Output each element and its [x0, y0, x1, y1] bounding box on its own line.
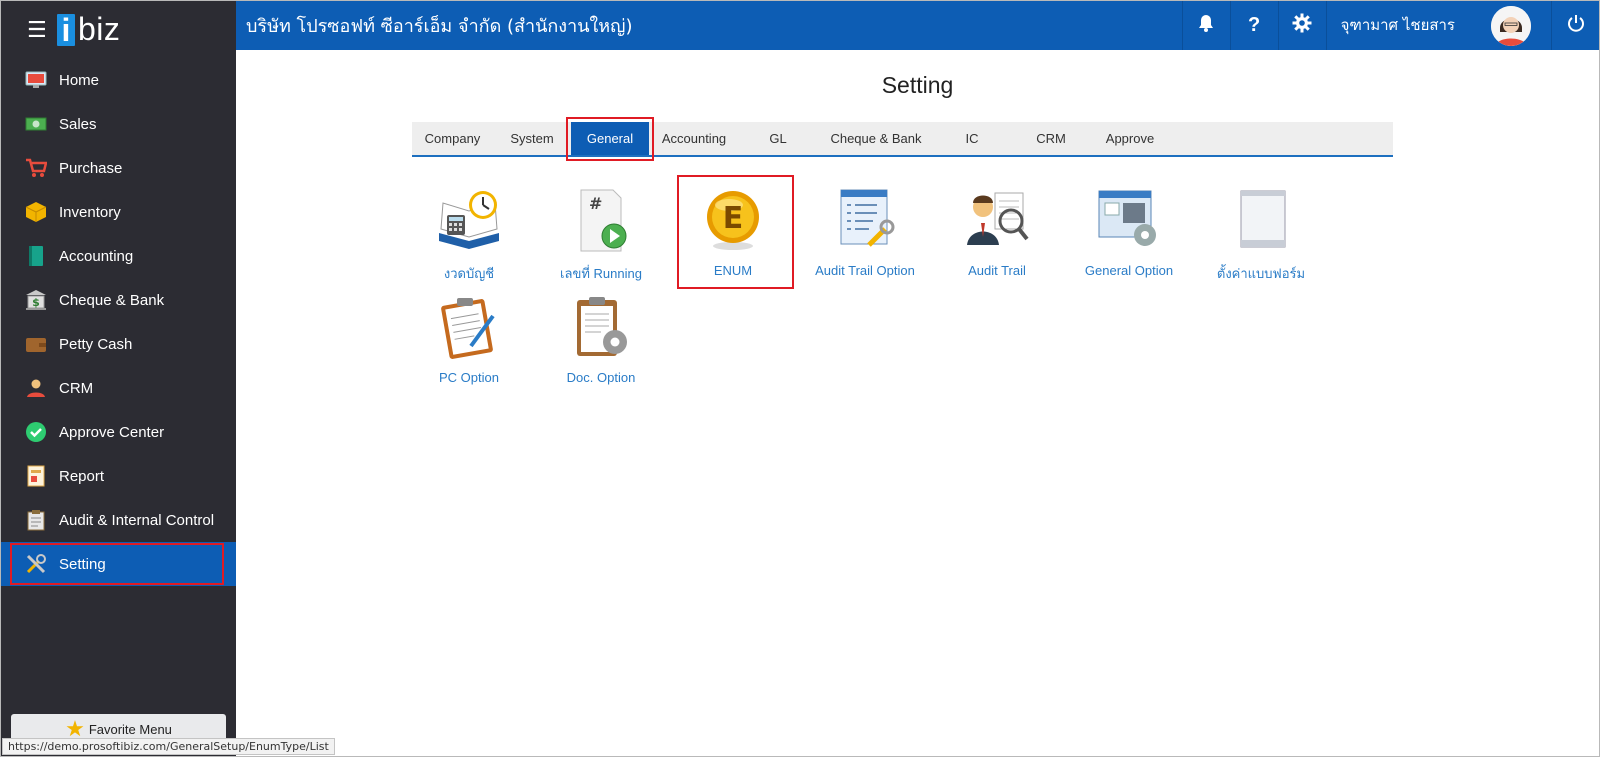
- tile-doc-option[interactable]: Doc. Option: [545, 296, 657, 385]
- tile-pc-option[interactable]: PC Option: [413, 296, 525, 385]
- sidebar-item-label: Inventory: [59, 203, 121, 221]
- sidebar-item-label: CRM: [59, 379, 94, 397]
- tab-ic[interactable]: IC: [935, 122, 1009, 155]
- sidebar-item-home[interactable]: Home: [1, 58, 236, 102]
- tools-icon: [25, 553, 47, 575]
- tile-label: General Option: [1084, 263, 1174, 278]
- tile-label: PC Option: [439, 370, 499, 385]
- tab-approve[interactable]: Approve: [1093, 122, 1167, 155]
- sidebar-menu: Home Sales Purchase Inventory Accounting…: [1, 58, 236, 586]
- logo-i: i: [57, 13, 75, 46]
- sidebar-item-label: Audit & Internal Control: [59, 511, 215, 529]
- logo-biz: biz: [78, 11, 121, 47]
- tab-gl[interactable]: GL: [739, 122, 817, 155]
- tile-accounting-period[interactable]: งวดบัญชี: [413, 189, 525, 284]
- logout-button[interactable]: [1551, 1, 1599, 50]
- tile-audit-trail[interactable]: Audit Trail: [941, 189, 1053, 278]
- sidebar-item-approve-center[interactable]: Approve Center: [1, 410, 236, 454]
- audit-option-icon: [833, 189, 897, 253]
- help-button[interactable]: ?: [1229, 1, 1278, 50]
- sidebar-item-label: Purchase: [59, 159, 123, 177]
- tile-label: ENUM: [713, 263, 753, 278]
- people-icon: [25, 377, 47, 399]
- user-name[interactable]: จุฑามาศ ไชยสาร: [1325, 1, 1491, 50]
- app-window: ☰ i biz Home Sales Purchase Inventory Ac…: [0, 0, 1600, 757]
- setting-tabs: Company System General Accounting GL Che…: [412, 117, 1393, 161]
- general-option-icon: [1097, 189, 1161, 253]
- pc-option-icon: [437, 296, 501, 360]
- check-circle-icon: [25, 421, 47, 443]
- tab-system[interactable]: System: [493, 122, 571, 155]
- enum-coin-icon: E: [701, 189, 765, 253]
- tab-crm[interactable]: CRM: [1009, 122, 1093, 155]
- sidebar-item-label: Approve Center: [59, 423, 165, 441]
- tile-label: เลขที่ Running: [560, 266, 642, 281]
- tile-general-option[interactable]: General Option: [1073, 189, 1185, 278]
- sidebar-item-label: Home: [59, 71, 100, 89]
- tile-label: Audit Trail: [968, 263, 1026, 278]
- power-icon: [1567, 14, 1585, 37]
- svg-text:$: $: [32, 296, 40, 309]
- tile-running-number[interactable]: # เลขที่ Running: [545, 189, 657, 284]
- ledger-icon: [25, 245, 47, 267]
- top-bar: บริษัท โปรซอฟท์ ซีอาร์เอ็ม จำกัด (สำนักง…: [236, 1, 1599, 50]
- sidebar-item-audit-internal-control[interactable]: Audit & Internal Control: [1, 498, 236, 542]
- tile-form-setting[interactable]: ตั้งค่าแบบฟอร์ม: [1205, 189, 1317, 284]
- hamburger-menu-icon[interactable]: ☰: [27, 18, 51, 41]
- status-bar-url: https://demo.prosoftibiz.com/GeneralSetu…: [2, 738, 335, 755]
- box-icon: [25, 201, 47, 223]
- settings-button[interactable]: [1277, 1, 1326, 50]
- report-icon: [25, 465, 47, 487]
- tab-cheque-bank[interactable]: Cheque & Bank: [817, 122, 935, 155]
- svg-text:#: #: [589, 194, 602, 213]
- notification-button[interactable]: [1181, 1, 1230, 50]
- tile-label: งวดบัญชี: [443, 266, 495, 281]
- sidebar-item-label: Cheque & Bank: [59, 291, 165, 309]
- sidebar: ☰ i biz Home Sales Purchase Inventory Ac…: [1, 1, 236, 756]
- calendar-book-icon: [437, 189, 501, 253]
- monitor-icon: [25, 69, 47, 91]
- sidebar-item-crm[interactable]: CRM: [1, 366, 236, 410]
- clipboard-icon: [25, 509, 47, 531]
- sidebar-item-purchase[interactable]: Purchase: [1, 146, 236, 190]
- sidebar-item-report[interactable]: Report: [1, 454, 236, 498]
- tile-audit-trail-option[interactable]: Audit Trail Option: [809, 189, 921, 278]
- form-setting-icon: [1229, 189, 1293, 253]
- bank-icon: $: [25, 289, 47, 311]
- tile-label: Audit Trail Option: [815, 263, 915, 278]
- tile-label: ตั้งค่าแบบฟอร์ม: [1216, 266, 1306, 281]
- brand-bar: ☰ i biz: [1, 1, 236, 58]
- question-icon: ?: [1247, 14, 1261, 36]
- sidebar-item-setting[interactable]: Setting: [1, 542, 236, 586]
- favorite-menu-label: Favorite Menu: [88, 721, 172, 737]
- tab-company[interactable]: Company: [412, 122, 493, 155]
- sidebar-item-inventory[interactable]: Inventory: [1, 190, 236, 234]
- bell-icon: [1198, 14, 1214, 37]
- sidebar-item-label: Setting: [59, 555, 106, 573]
- cash-icon: [25, 113, 47, 135]
- sidebar-item-label: Sales: [59, 115, 97, 133]
- gear-icon: [1292, 13, 1312, 38]
- sidebar-item-label: Report: [59, 467, 105, 485]
- sidebar-item-label: Accounting: [59, 247, 134, 265]
- tile-enum[interactable]: E ENUM: [677, 175, 794, 289]
- sidebar-item-cheque-bank[interactable]: $ Cheque & Bank: [1, 278, 236, 322]
- audit-trail-icon: [965, 189, 1029, 253]
- svg-text:E: E: [723, 201, 744, 236]
- cart-icon: [25, 157, 47, 179]
- tab-accounting[interactable]: Accounting: [649, 122, 739, 155]
- sidebar-item-petty-cash[interactable]: Petty Cash: [1, 322, 236, 366]
- doc-option-icon: [569, 296, 633, 360]
- company-name[interactable]: บริษัท โปรซอฟท์ ซีอาร์เอ็ม จำกัด (สำนักง…: [236, 11, 1182, 40]
- ibiz-logo[interactable]: i biz: [57, 11, 120, 48]
- running-number-icon: #: [569, 189, 633, 253]
- sidebar-item-accounting[interactable]: Accounting: [1, 234, 236, 278]
- wallet-icon: [25, 333, 47, 355]
- avatar[interactable]: [1491, 5, 1531, 46]
- tile-label: Doc. Option: [566, 370, 636, 385]
- tab-general[interactable]: General: [566, 117, 654, 161]
- sidebar-item-sales[interactable]: Sales: [1, 102, 236, 146]
- sidebar-item-label: Petty Cash: [59, 335, 133, 353]
- page-title: Setting: [881, 72, 954, 98]
